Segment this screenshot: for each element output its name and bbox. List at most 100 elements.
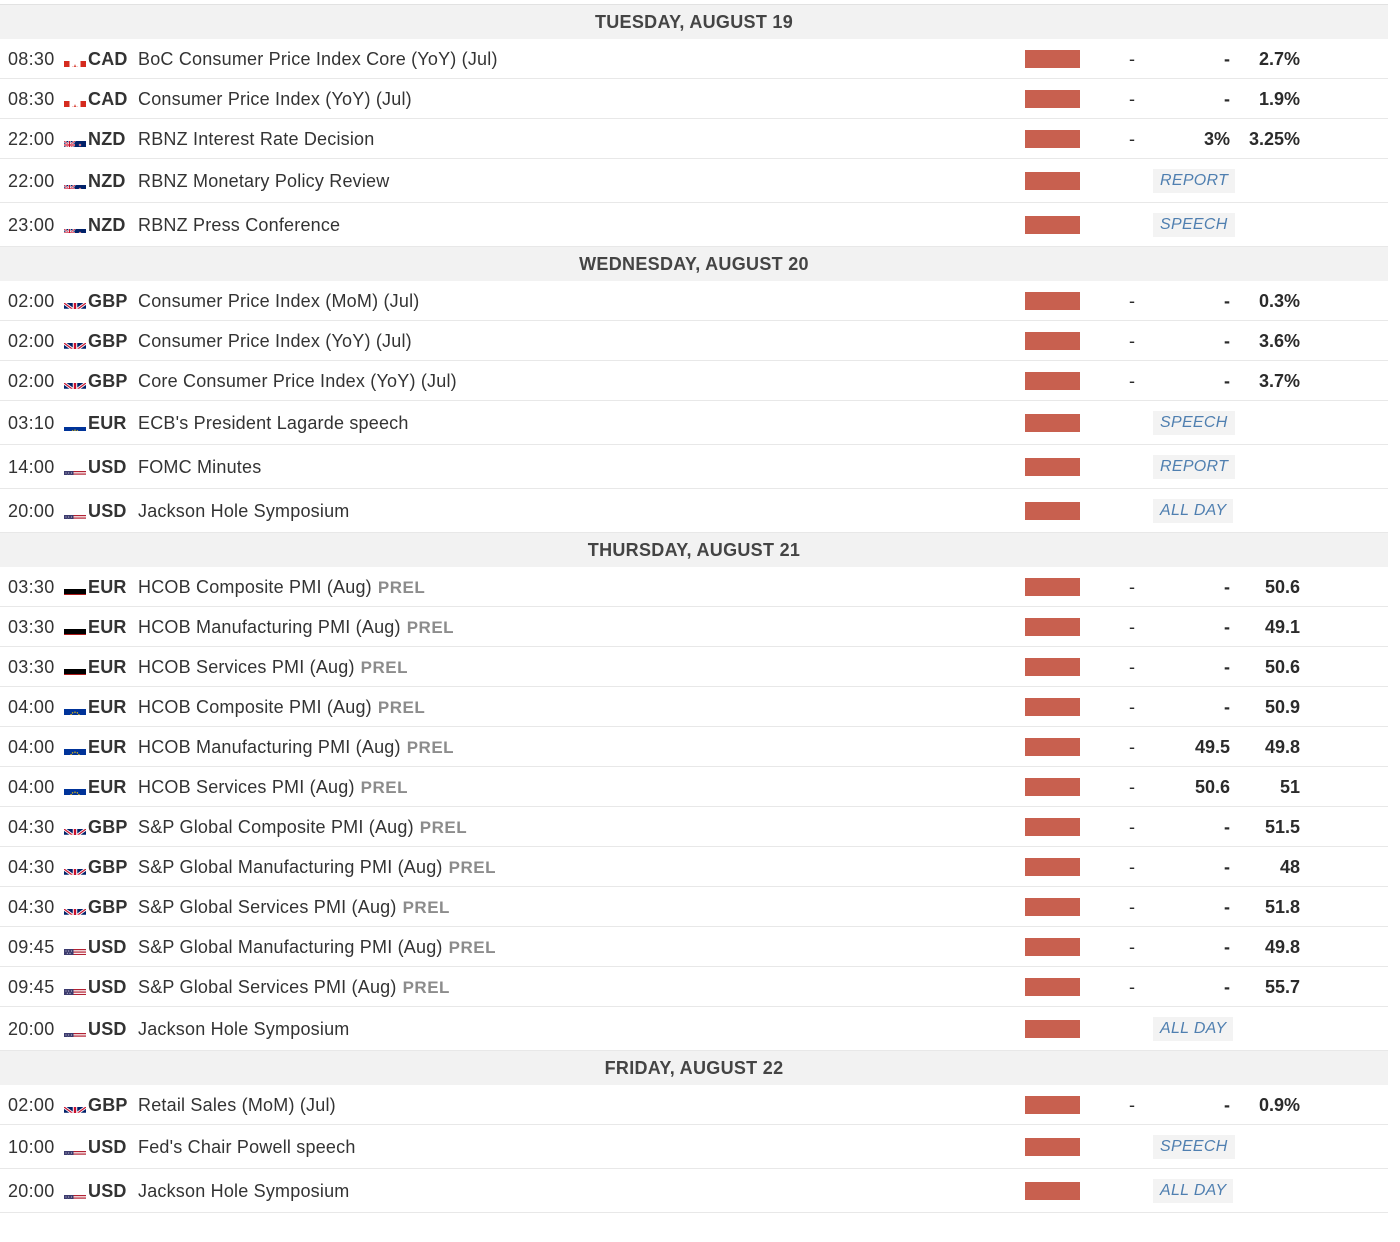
currency-code: NZD: [88, 159, 126, 203]
event-name-text: BoC Consumer Price Index Core (YoY) (Jul…: [138, 49, 498, 69]
event-title[interactable]: HCOB Manufacturing PMI (Aug)PREL: [138, 607, 454, 648]
event-title[interactable]: Consumer Price Index (YoY) (Jul): [138, 79, 412, 119]
event-title[interactable]: HCOB Services PMI (Aug)PREL: [138, 767, 408, 808]
currency-code: GBP: [88, 321, 128, 361]
previous-value: 49.8: [1230, 727, 1300, 767]
event-title[interactable]: S&P Global Manufacturing PMI (Aug)PREL: [138, 927, 496, 968]
event-type-tag: SPEECH: [1153, 213, 1235, 237]
event-name-text: Fed's Chair Powell speech: [138, 1137, 356, 1157]
event-title[interactable]: HCOB Manufacturing PMI (Aug)PREL: [138, 727, 454, 768]
new-zealand-flag-icon: [64, 131, 86, 147]
event-title[interactable]: HCOB Services PMI (Aug)PREL: [138, 647, 408, 688]
actual-value: -: [1095, 321, 1135, 361]
event-title[interactable]: S&P Global Services PMI (Aug)PREL: [138, 967, 450, 1008]
previous-value: 50.6: [1230, 647, 1300, 687]
event-name-text: Core Consumer Price Index (YoY) (Jul): [138, 371, 457, 391]
event-time: 03:10: [8, 401, 55, 445]
impact-bar: [1025, 778, 1080, 796]
event-row[interactable]: 04:30GBPS&P Global Services PMI (Aug)PRE…: [0, 887, 1388, 927]
event-type-tag: REPORT: [1153, 455, 1235, 479]
event-row[interactable]: 02:00GBPConsumer Price Index (MoM) (Jul)…: [0, 281, 1388, 321]
event-row[interactable]: 02:00GBPCore Consumer Price Index (YoY) …: [0, 361, 1388, 401]
event-time: 04:00: [8, 727, 55, 767]
prel-badge: PREL: [407, 618, 454, 637]
event-title[interactable]: Jackson Hole Symposium: [138, 1007, 349, 1051]
event-row[interactable]: 04:00EURHCOB Composite PMI (Aug)PREL--50…: [0, 687, 1388, 727]
event-title[interactable]: Core Consumer Price Index (YoY) (Jul): [138, 361, 457, 401]
event-row[interactable]: 03:30EURHCOB Composite PMI (Aug)PREL--50…: [0, 567, 1388, 607]
event-row[interactable]: 20:00USDJackson Hole SymposiumALL DAY: [0, 489, 1388, 533]
previous-value: 51.8: [1230, 887, 1300, 927]
usa-flag-icon: [64, 1021, 86, 1037]
event-time: 23:00: [8, 203, 55, 247]
event-title[interactable]: RBNZ Press Conference: [138, 203, 340, 247]
actual-value: -: [1095, 727, 1135, 767]
event-row[interactable]: 09:45USDS&P Global Services PMI (Aug)PRE…: [0, 967, 1388, 1007]
impact-bar: [1025, 1182, 1080, 1200]
event-type-tag: SPEECH: [1153, 411, 1235, 435]
event-title[interactable]: Consumer Price Index (YoY) (Jul): [138, 321, 412, 361]
actual-value: -: [1095, 967, 1135, 1007]
consensus-value: -: [1150, 361, 1230, 401]
event-row[interactable]: 08:30CADConsumer Price Index (YoY) (Jul)…: [0, 79, 1388, 119]
prel-badge: PREL: [420, 818, 467, 837]
event-row[interactable]: 04:00EURHCOB Services PMI (Aug)PREL-50.6…: [0, 767, 1388, 807]
event-row[interactable]: 14:00USDFOMC MinutesREPORT: [0, 445, 1388, 489]
event-row[interactable]: 03:30EURHCOB Manufacturing PMI (Aug)PREL…: [0, 607, 1388, 647]
currency-code: EUR: [88, 767, 127, 807]
event-title[interactable]: HCOB Composite PMI (Aug)PREL: [138, 567, 425, 608]
canada-flag-icon: [64, 51, 86, 67]
previous-value: 3.7%: [1230, 361, 1300, 401]
event-row[interactable]: 02:00GBPConsumer Price Index (YoY) (Jul)…: [0, 321, 1388, 361]
event-row[interactable]: 02:00GBPRetail Sales (MoM) (Jul)--0.9%: [0, 1085, 1388, 1125]
event-title[interactable]: S&P Global Services PMI (Aug)PREL: [138, 887, 450, 928]
event-title[interactable]: Retail Sales (MoM) (Jul): [138, 1085, 336, 1125]
event-row[interactable]: 03:10EURECB's President Lagarde speechSP…: [0, 401, 1388, 445]
event-time: 20:00: [8, 1169, 55, 1213]
currency-code: EUR: [88, 687, 127, 727]
event-row[interactable]: 04:30GBPS&P Global Composite PMI (Aug)PR…: [0, 807, 1388, 847]
impact-bar: [1025, 50, 1080, 68]
economic-calendar: TUESDAY, AUGUST 1908:30CADBoC Consumer P…: [0, 4, 1388, 1213]
previous-value: 0.9%: [1230, 1085, 1300, 1125]
event-row[interactable]: 23:00NZDRBNZ Press ConferenceSPEECH: [0, 203, 1388, 247]
event-title[interactable]: HCOB Composite PMI (Aug)PREL: [138, 687, 425, 728]
event-row[interactable]: 22:00NZDRBNZ Interest Rate Decision-3%3.…: [0, 119, 1388, 159]
consensus-value: -: [1150, 847, 1230, 887]
event-title[interactable]: RBNZ Interest Rate Decision: [138, 119, 374, 159]
event-row[interactable]: 08:30CADBoC Consumer Price Index Core (Y…: [0, 39, 1388, 79]
event-row[interactable]: 10:00USDFed's Chair Powell speechSPEECH: [0, 1125, 1388, 1169]
currency-code: EUR: [88, 607, 127, 647]
event-row[interactable]: 22:00 NZD RBNZ Monetary Policy Review REPOR…: [0, 159, 1388, 203]
prel-badge: PREL: [361, 778, 408, 797]
impact-bar: [1025, 938, 1080, 956]
event-row[interactable]: 03:30EURHCOB Services PMI (Aug)PREL--50.…: [0, 647, 1388, 687]
event-time: 22:00: [8, 159, 55, 203]
event-title[interactable]: S&P Global Manufacturing PMI (Aug)PREL: [138, 847, 496, 888]
uk-flag-icon: [64, 293, 86, 309]
event-title[interactable]: Fed's Chair Powell speech: [138, 1125, 356, 1169]
event-title[interactable]: BoC Consumer Price Index Core (YoY) (Jul…: [138, 39, 498, 79]
actual-value: -: [1095, 687, 1135, 727]
consensus-value: -: [1150, 1085, 1230, 1125]
event-title[interactable]: ECB's President Lagarde speech: [138, 401, 409, 445]
actual-value: -: [1095, 607, 1135, 647]
event-row[interactable]: 20:00USDJackson Hole SymposiumALL DAY: [0, 1007, 1388, 1051]
event-row[interactable]: 04:00EURHCOB Manufacturing PMI (Aug)PREL…: [0, 727, 1388, 767]
event-title[interactable]: S&P Global Composite PMI (Aug)PREL: [138, 807, 467, 848]
event-title[interactable]: Consumer Price Index (MoM) (Jul): [138, 281, 419, 321]
event-time: 03:30: [8, 567, 55, 607]
event-row[interactable]: 09:45USDS&P Global Manufacturing PMI (Au…: [0, 927, 1388, 967]
impact-bar: [1025, 458, 1080, 476]
event-type-tag: REPORT: [1153, 169, 1235, 193]
event-title[interactable]: Jackson Hole Symposium: [138, 489, 349, 533]
event-time: 09:45: [8, 927, 55, 967]
event-row[interactable]: 04:30GBPS&P Global Manufacturing PMI (Au…: [0, 847, 1388, 887]
event-name-text: Jackson Hole Symposium: [138, 1181, 349, 1201]
actual-value: -: [1095, 927, 1135, 967]
event-title[interactable]: Jackson Hole Symposium: [138, 1169, 349, 1213]
event-row[interactable]: 20:00USDJackson Hole SymposiumALL DAY: [0, 1169, 1388, 1213]
consensus-value: -: [1150, 927, 1230, 967]
event-title[interactable]: RBNZ Monetary Policy Review: [138, 159, 389, 203]
event-title[interactable]: FOMC Minutes: [138, 445, 261, 489]
